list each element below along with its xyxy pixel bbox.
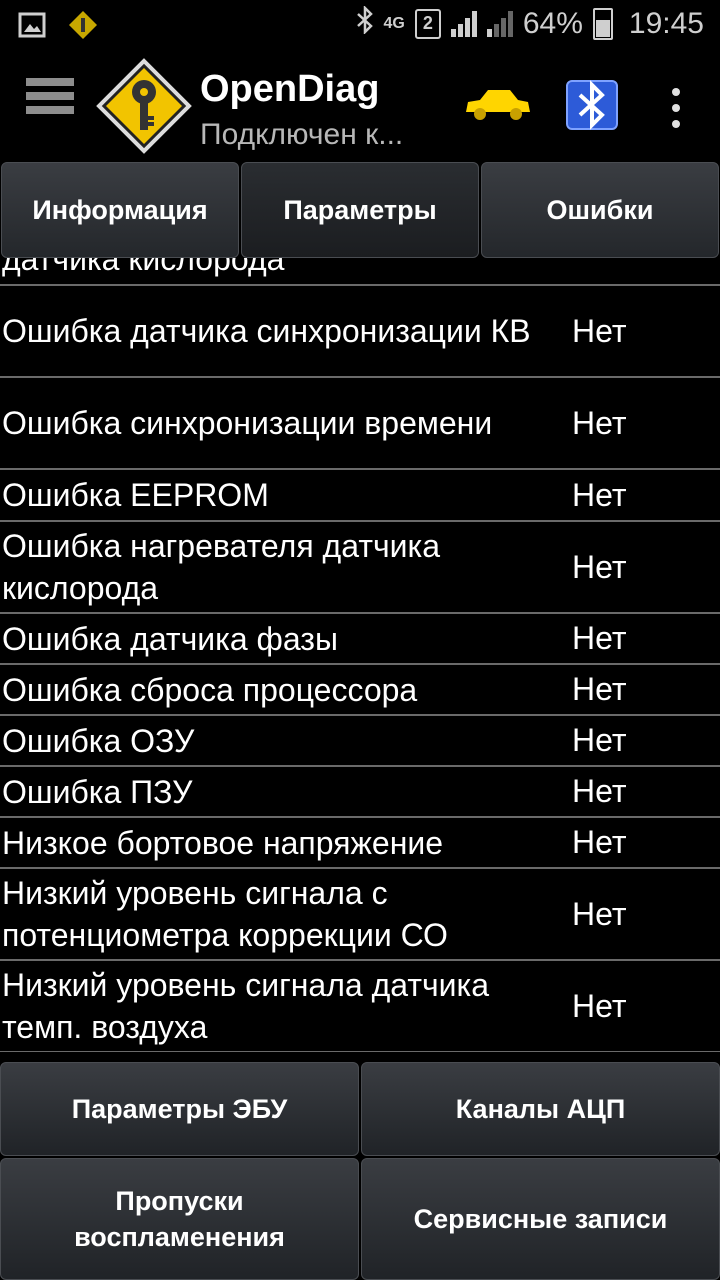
list-item: Ошибка ПЗУ Нет	[0, 767, 720, 818]
misfires-button-label: Пропуски воспламенения	[74, 1186, 285, 1252]
errors-list[interactable]: датчика кислорода Ошибка датчика синхрон…	[0, 258, 720, 1052]
list-item: Ошибка нагревателя датчика кислорода Нет	[0, 522, 720, 614]
error-value: Нет	[572, 312, 627, 349]
tab-errors[interactable]: Ошибки	[481, 162, 719, 258]
overflow-menu-icon[interactable]	[668, 88, 684, 128]
misfires-button[interactable]: Пропуски воспламенения	[0, 1158, 359, 1280]
battery-percent: 64%	[522, 6, 583, 40]
list-item-partial: датчика кислорода	[0, 258, 720, 286]
bottom-button-grid: Параметры ЭБУ Каналы АЦП Пропуски воспла…	[0, 1060, 720, 1280]
error-name: Низкое бортовое напряжение	[2, 824, 444, 861]
error-value: Нет	[572, 773, 627, 809]
error-value: Нет	[572, 722, 627, 758]
error-name: Ошибка ПЗУ	[2, 773, 193, 810]
ecu-params-button[interactable]: Параметры ЭБУ	[0, 1062, 359, 1156]
gallery-icon	[18, 12, 46, 45]
bluetooth-elm-icon[interactable]	[566, 80, 618, 130]
list-item: Ошибка ОЗУ Нет	[0, 716, 720, 767]
signal-2-icon	[486, 10, 513, 37]
tab-bar: Информация Параметры Ошибки	[0, 162, 720, 258]
service-records-button[interactable]: Сервисные записи	[361, 1158, 720, 1280]
app-logo-icon	[96, 58, 192, 154]
list-item: Ошибка синхронизации времени Нет	[0, 378, 720, 470]
tab-info[interactable]: Информация	[1, 162, 239, 258]
list-item: Ошибка датчика синхронизации КВ Нет	[0, 286, 720, 378]
list-item: Ошибка сброса процессора Нет	[0, 665, 720, 716]
error-name: Ошибка нагревателя датчика кислорода	[2, 528, 441, 606]
error-name: Ошибка EEPROM	[2, 477, 269, 513]
error-value: Нет	[572, 404, 627, 441]
list-item: Низкий уровень сигнала с потенциометра к…	[0, 869, 720, 961]
app-bar: OpenDiag Подключен к...	[0, 50, 720, 162]
connection-status: Подключен к...	[200, 118, 404, 151]
bluetooth-status-icon	[356, 4, 374, 41]
clock: 19:45	[628, 6, 704, 40]
error-name: Ошибка датчика фазы	[2, 620, 338, 657]
error-name: Низкий уровень сигнала датчика темп. воз…	[2, 967, 490, 1045]
error-name: Ошибка ОЗУ	[2, 722, 195, 759]
error-name: Низкий уровень сигнала с потенциометра к…	[2, 875, 448, 953]
tab-parameters[interactable]: Параметры	[241, 162, 479, 258]
list-item: Ошибка датчика фазы Нет	[0, 614, 720, 665]
error-value: Нет	[572, 548, 627, 585]
signal-icon	[450, 10, 477, 37]
error-name: Ошибка сброса процессора	[2, 671, 418, 708]
sim-icon: 2	[414, 8, 441, 39]
error-value: Нет	[572, 895, 627, 932]
battery-icon	[592, 7, 613, 40]
error-value: Нет	[572, 476, 627, 513]
adc-channels-button[interactable]: Каналы АЦП	[361, 1062, 720, 1156]
error-value: Нет	[572, 620, 627, 656]
error-value: Нет	[572, 987, 627, 1024]
error-value: Нет	[572, 824, 627, 860]
list-item: Низкое бортовое напряжение Нет	[0, 818, 720, 869]
error-name: Ошибка датчика синхронизации КВ	[2, 313, 531, 349]
network-type-icon: 4G	[383, 14, 405, 32]
error-value: Нет	[572, 671, 627, 707]
menu-icon[interactable]	[26, 78, 74, 132]
app-notification-icon	[68, 10, 98, 47]
list-item: Ошибка EEPROM Нет	[0, 470, 720, 522]
error-name: Ошибка синхронизации времени	[2, 405, 493, 441]
list-item: Низкий уровень сигнала датчика темп. воз…	[0, 961, 720, 1052]
status-bar: 4G 2 64% 19:45	[0, 0, 720, 50]
app-title: OpenDiag	[200, 68, 380, 110]
car-icon[interactable]	[462, 84, 532, 124]
